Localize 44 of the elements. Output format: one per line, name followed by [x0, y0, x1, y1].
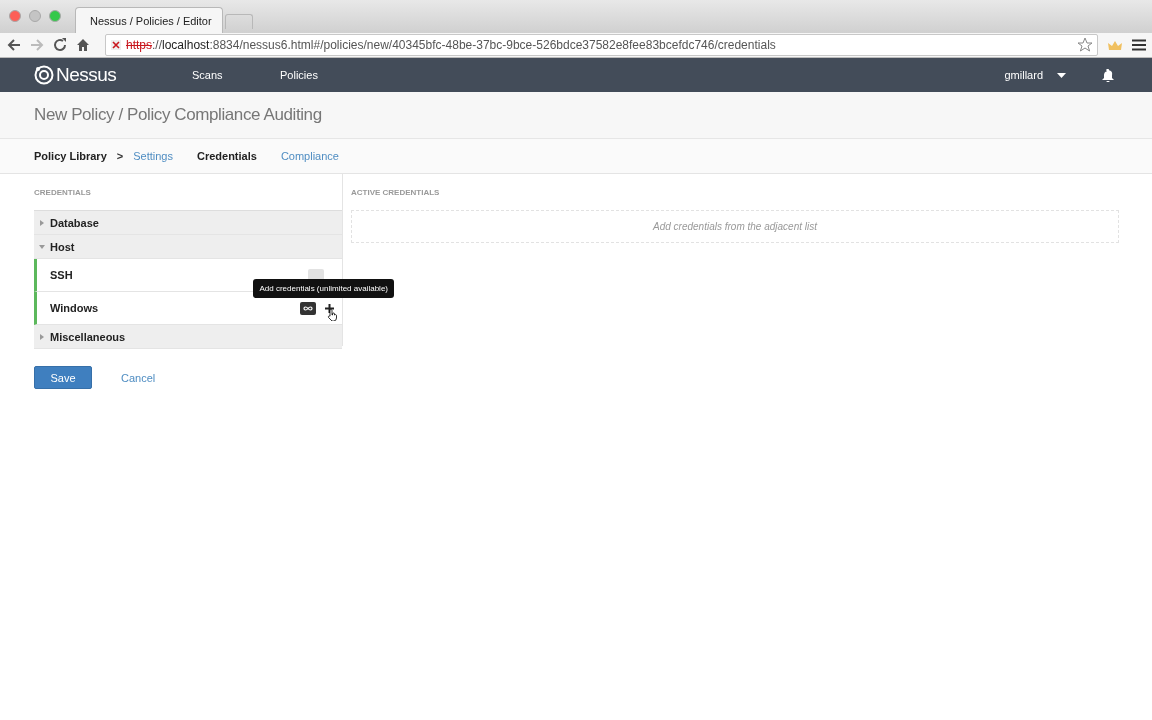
- breadcrumb-link[interactable]: Policy Library: [34, 150, 107, 162]
- back-icon[interactable]: [7, 38, 21, 52]
- page-tab[interactable]: Settings: [133, 150, 173, 162]
- plus-icon: [325, 303, 334, 313]
- page-title: New Policy / Policy Compliance Auditing: [34, 105, 322, 125]
- insecure-lock-icon: [110, 39, 122, 51]
- browser-tab[interactable]: Nessus / Policies / Editor: [75, 7, 223, 33]
- nav-link[interactable]: Policies: [280, 69, 368, 81]
- url-separator: ://: [152, 38, 163, 52]
- category-row[interactable]: Miscellaneous: [34, 325, 342, 349]
- bell-icon[interactable]: [1102, 68, 1114, 82]
- caret-icon: [1057, 72, 1066, 78]
- nav-link[interactable]: Scans: [192, 69, 280, 81]
- logo-text: Nessus: [56, 64, 117, 86]
- window-control-icon[interactable]: [9, 9, 21, 22]
- star-icon[interactable]: [1077, 37, 1093, 53]
- collapse-icon: [39, 243, 45, 250]
- tab-title: Nessus / Policies / Editor: [90, 14, 212, 27]
- section-heading: ACTIVE CREDENTIALS: [351, 186, 441, 199]
- url-host: localhost: [162, 38, 210, 52]
- category-row[interactable]: Host: [34, 235, 342, 259]
- hand-cursor-icon: [327, 308, 337, 321]
- tooltip: Add credentials (unlimited available): [253, 278, 394, 298]
- window-control-icon[interactable]: [49, 9, 61, 22]
- cancel-link[interactable]: Cancel: [121, 371, 156, 384]
- home-icon[interactable]: [76, 38, 90, 52]
- url-scheme: https: [126, 38, 152, 52]
- address-field[interactable]: https://localhost:8834/nessus6.html#/policies/new/40345bfc-48be-37bc-9bce-526bdce37582e8fee83bcefdc746/credentials: [105, 34, 1098, 56]
- menu-icon[interactable]: [1132, 39, 1146, 51]
- expand-icon: [39, 333, 45, 340]
- save-button[interactable]: Save: [34, 366, 92, 389]
- page-tab[interactable]: Compliance: [280, 150, 339, 162]
- empty-message: Add credentials from the adjacent list: [653, 221, 817, 232]
- user-menu[interactable]: gmillard: [1004, 69, 1066, 81]
- category-row[interactable]: Database: [34, 211, 342, 235]
- logo-icon: [34, 65, 54, 85]
- window-control-icon[interactable]: [29, 9, 41, 22]
- expand-icon: [39, 219, 45, 226]
- reload-icon[interactable]: [53, 38, 67, 52]
- page-tab[interactable]: Credentials: [196, 150, 257, 162]
- url-path: :8834/nessus6.html#/policies/new/40345bfc-48be-37bc-9bce-526bdce37582e8fee83bcefdc746/credentials: [209, 38, 776, 52]
- breadcrumb-separator: >: [116, 150, 124, 162]
- section-heading: CREDENTIALS: [34, 186, 92, 199]
- forward-icon[interactable]: [30, 38, 44, 52]
